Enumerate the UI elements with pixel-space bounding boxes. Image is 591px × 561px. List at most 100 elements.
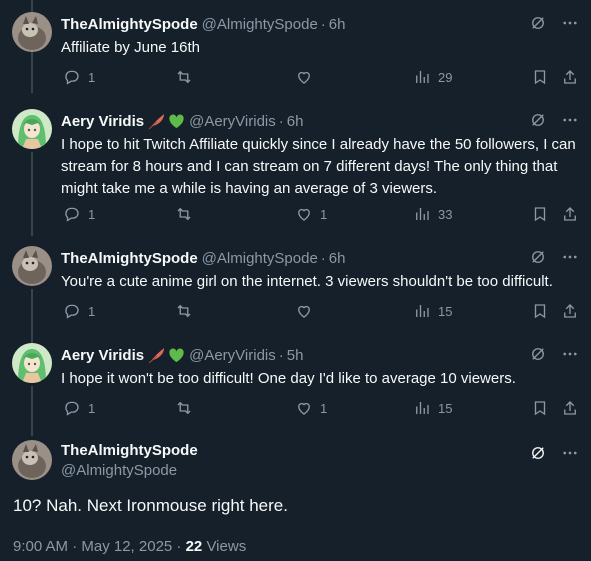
thread-line [31,386,33,436]
retweet-button[interactable] [175,399,200,417]
bookmark-icon [534,70,546,85]
grok-icon[interactable] [529,14,547,36]
tweet-text: You're a cute anime girl on the internet… [61,273,553,290]
retweet-icon [177,401,191,415]
views-icon [416,402,429,414]
author-handle[interactable]: @AlmightySpode [202,250,318,267]
grok-icon[interactable] [529,345,547,367]
author-name[interactable]: Aery Viridis [61,113,144,130]
views-button[interactable]: 33 [413,205,452,223]
more-icon[interactable] [561,444,579,466]
retweet-icon [177,70,191,84]
reply-button[interactable]: 1 [63,399,95,417]
author-handle[interactable]: @AlmightySpode [61,462,579,479]
bookmark-button[interactable] [531,68,549,86]
more-icon[interactable] [561,248,579,270]
grok-icon[interactable] [529,111,547,133]
author-name[interactable]: Aery Viridis [61,347,144,364]
author-handle[interactable]: @AeryViridis [189,347,276,364]
share-button[interactable] [561,302,579,320]
retweet-icon [177,207,191,221]
like-icon [298,208,310,221]
tweet-time[interactable]: 5h [287,347,304,364]
tweet-time[interactable]: 6h [287,113,304,130]
separator-dot: · [320,249,326,267]
views-label: Views [202,538,247,555]
tweet-time[interactable]: 6h [329,16,346,33]
avatar[interactable] [12,109,52,149]
bookmark-icon [534,207,546,222]
avatar[interactable] [12,12,52,52]
views-count: 15 [438,400,453,416]
grok-icon[interactable] [529,444,547,466]
share-button[interactable] [561,205,579,223]
views-button[interactable]: 15 [413,399,452,417]
reply-icon [65,304,79,319]
avatar[interactable] [12,343,52,383]
like-button[interactable] [295,302,320,320]
tweet-metadata: 9:00 AM · May 12, 2025 · 22 Views [13,538,246,555]
focused-tweet-text: 10? Nah. Next Ironmouse right here. [13,496,288,515]
reply-button[interactable]: 1 [63,205,95,223]
thread-line [31,289,33,344]
share-icon [564,207,576,221]
like-icon [298,71,310,84]
reply-button[interactable]: 1 [63,302,95,320]
green-heart-emoji [169,114,184,129]
views-icon [416,71,429,83]
name-emojis [148,347,185,363]
green-heart-emoji [169,348,184,363]
like-button[interactable]: 1 [295,205,327,223]
reply-icon [65,401,79,416]
like-button[interactable] [295,68,320,86]
bookmark-icon [534,304,546,319]
share-button[interactable] [561,399,579,417]
tweet-header: Aery Viridis @AeryViridis · 5h [61,345,579,365]
tweet-text: Affiliate by June 16th [61,39,200,56]
share-icon [564,70,576,84]
bookmark-button[interactable] [531,302,549,320]
reply-button[interactable]: 1 [63,68,95,86]
author-handle[interactable]: @AlmightySpode [202,16,318,33]
reply-icon [65,207,79,222]
views-icon [416,208,429,220]
author-name[interactable]: TheAlmightySpode [61,442,579,459]
more-icon[interactable] [561,345,579,367]
bookmark-button[interactable] [531,205,549,223]
views-count[interactable]: 22 [186,538,203,555]
avatar[interactable] [12,440,52,480]
bookmark-icon [534,401,546,416]
more-icon[interactable] [561,14,579,36]
grok-icon[interactable] [529,248,547,270]
share-button[interactable] [561,68,579,86]
like-count: 1 [320,206,328,222]
views-count: 33 [438,206,453,222]
retweet-button[interactable] [175,302,200,320]
views-button[interactable]: 15 [413,302,452,320]
like-button[interactable]: 1 [295,399,327,417]
like-count: 1 [320,400,328,416]
views-icon [416,305,429,317]
tweet-timestamp[interactable]: 9:00 AM · May 12, 2025 · [13,538,186,555]
views-count: 15 [438,303,453,319]
avatar[interactable] [12,246,52,286]
like-icon [298,305,310,318]
reply-count: 1 [88,400,96,416]
tweet-header: TheAlmightySpode @AlmightySpode · 6h [61,248,579,268]
retweet-button[interactable] [175,205,200,223]
separator-dot: · [278,112,284,130]
tweet-time[interactable]: 6h [329,250,346,267]
views-button[interactable]: 29 [413,68,452,86]
retweet-button[interactable] [175,68,200,86]
author-name[interactable]: TheAlmightySpode [61,16,198,33]
feather-emoji [148,348,165,363]
reply-count: 1 [88,303,96,319]
feather-emoji [148,114,165,129]
separator-dot: · [278,346,284,364]
retweet-icon [177,304,191,318]
more-icon[interactable] [561,111,579,133]
bookmark-button[interactable] [531,399,549,417]
reply-count: 1 [88,206,96,222]
author-handle[interactable]: @AeryViridis [189,113,276,130]
author-name[interactable]: TheAlmightySpode [61,250,198,267]
